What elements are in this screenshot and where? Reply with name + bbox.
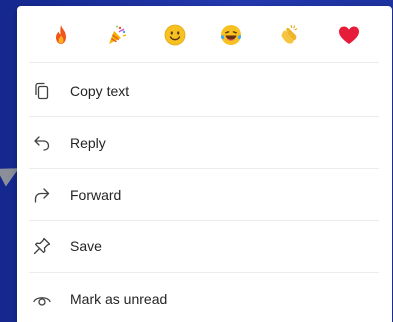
party-popper-emoji-icon (109, 25, 127, 44)
reaction-laugh[interactable] (217, 21, 245, 49)
reaction-heart[interactable] (335, 21, 363, 49)
eye-icon (31, 288, 53, 310)
reaction-smile[interactable] (161, 21, 189, 49)
laughing-tears-emoji-icon (220, 25, 242, 45)
reply-icon (31, 132, 53, 154)
reaction-fire[interactable] (47, 21, 75, 49)
reaction-party[interactable] (103, 21, 131, 49)
menu-item-label: Forward (70, 186, 122, 203)
smiling-face-emoji-icon (164, 24, 186, 46)
reaction-bar (17, 6, 392, 62)
menu-item-save[interactable]: Save (17, 220, 392, 271)
menu-item-label: Copy text (70, 82, 130, 99)
menu-item-mark-as-unread[interactable]: Mark as unread (17, 273, 392, 322)
pin-icon (31, 235, 53, 257)
clapping-hands-emoji-icon (281, 24, 298, 44)
divider (29, 62, 379, 63)
menu-item-copy-text[interactable]: Copy text (17, 65, 392, 116)
menu-item-label: Mark as unread (70, 290, 168, 307)
menu-item-label: Reply (70, 134, 106, 151)
menu-item-forward[interactable]: Forward (17, 169, 392, 220)
fire-emoji-icon (56, 25, 66, 44)
copy-icon (31, 80, 53, 102)
red-heart-emoji-icon (339, 26, 359, 44)
menu-item-label: Save (70, 237, 102, 254)
reaction-clap[interactable] (275, 21, 303, 49)
forward-icon (31, 184, 53, 206)
menu-item-reply[interactable]: Reply (17, 117, 392, 168)
message-context-menu: Copy text Reply Forward Save Mark as unr… (17, 6, 392, 322)
